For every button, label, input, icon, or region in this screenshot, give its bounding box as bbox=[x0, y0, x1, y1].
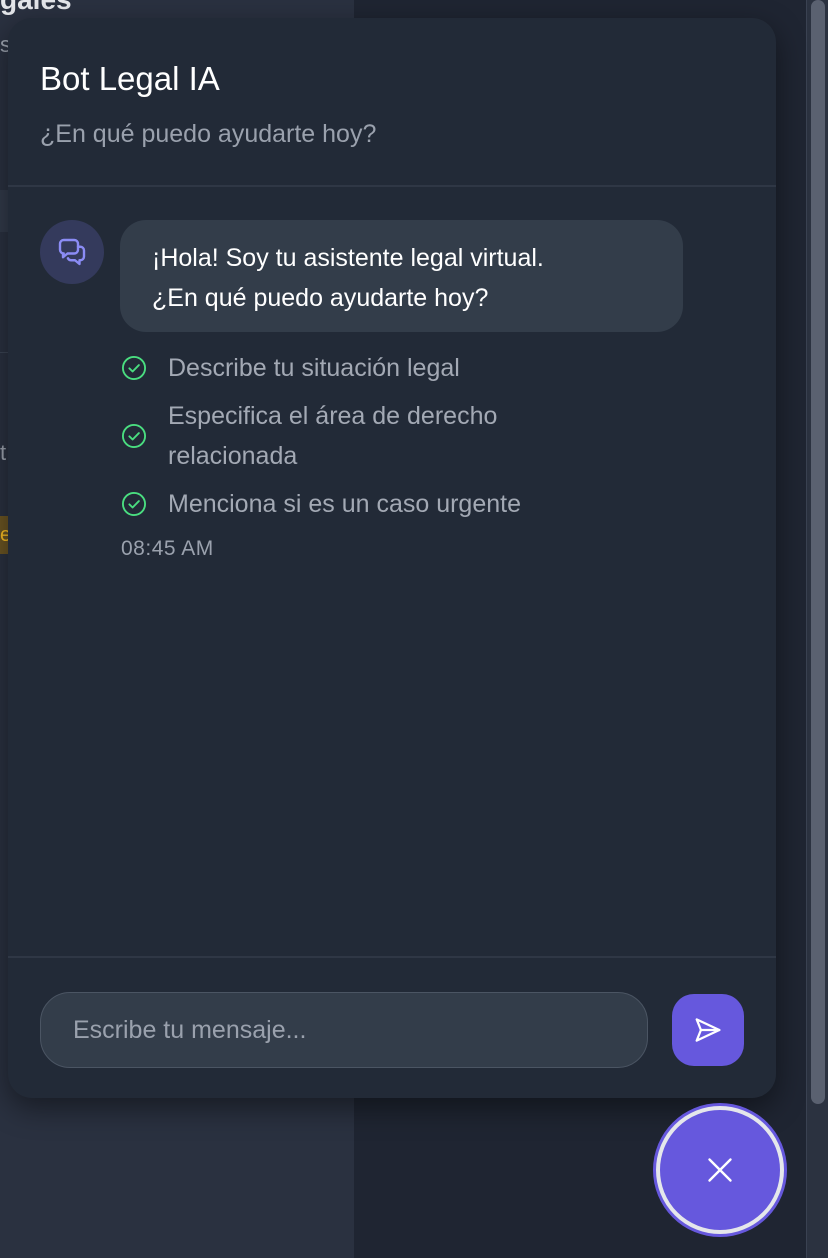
bot-message-bubble: ¡Hola! Soy tu asistente legal virtual. ¿… bbox=[120, 220, 683, 332]
checklist-item: Especifica el área de derecho relacionad… bbox=[120, 396, 640, 476]
check-circle-icon bbox=[120, 422, 148, 450]
checklist-item: Describe tu situación legal bbox=[120, 348, 460, 388]
chat-title: Bot Legal IA bbox=[40, 60, 220, 97]
message-timestamp: 08:45 AM bbox=[121, 537, 214, 560]
background-badge-fragment: e bbox=[0, 516, 8, 554]
scrollbar-thumb[interactable] bbox=[811, 0, 825, 1104]
send-icon bbox=[695, 1018, 721, 1042]
close-icon bbox=[708, 1158, 732, 1182]
bot-avatar bbox=[40, 220, 104, 284]
messages-area: ¡Hola! Soy tu asistente legal virtual. ¿… bbox=[8, 187, 776, 956]
message-line: ¿En qué puedo ayudarte hoy? bbox=[152, 284, 489, 312]
send-button[interactable] bbox=[672, 994, 744, 1066]
check-circle-icon bbox=[120, 354, 148, 382]
page-scrollbar[interactable] bbox=[806, 0, 828, 1258]
checklist-item: Menciona si es un caso urgente bbox=[120, 484, 521, 524]
check-circle-icon bbox=[120, 490, 148, 518]
chat-bubbles-icon bbox=[58, 238, 86, 266]
message-input[interactable] bbox=[40, 992, 648, 1068]
background-heading-fragment: gales bbox=[0, 0, 72, 14]
chat-subtitle: ¿En qué puedo ayudarte hoy? bbox=[40, 120, 377, 148]
background-text-fragment: t bbox=[0, 440, 7, 465]
close-chat-button[interactable] bbox=[656, 1106, 784, 1234]
chat-window: Bot Legal IA ¿En qué puedo ayudarte hoy?… bbox=[8, 18, 776, 1098]
message-line: ¡Hola! Soy tu asistente legal virtual. bbox=[152, 244, 544, 272]
chat-header: Bot Legal IA ¿En qué puedo ayudarte hoy? bbox=[8, 18, 776, 187]
checklist-item-text: Menciona si es un caso urgente bbox=[168, 490, 521, 518]
chat-input-bar bbox=[8, 956, 776, 1098]
checklist-item-text: Especifica el área de derecho relacionad… bbox=[168, 402, 498, 470]
checklist-item-text: Describe tu situación legal bbox=[168, 354, 460, 382]
